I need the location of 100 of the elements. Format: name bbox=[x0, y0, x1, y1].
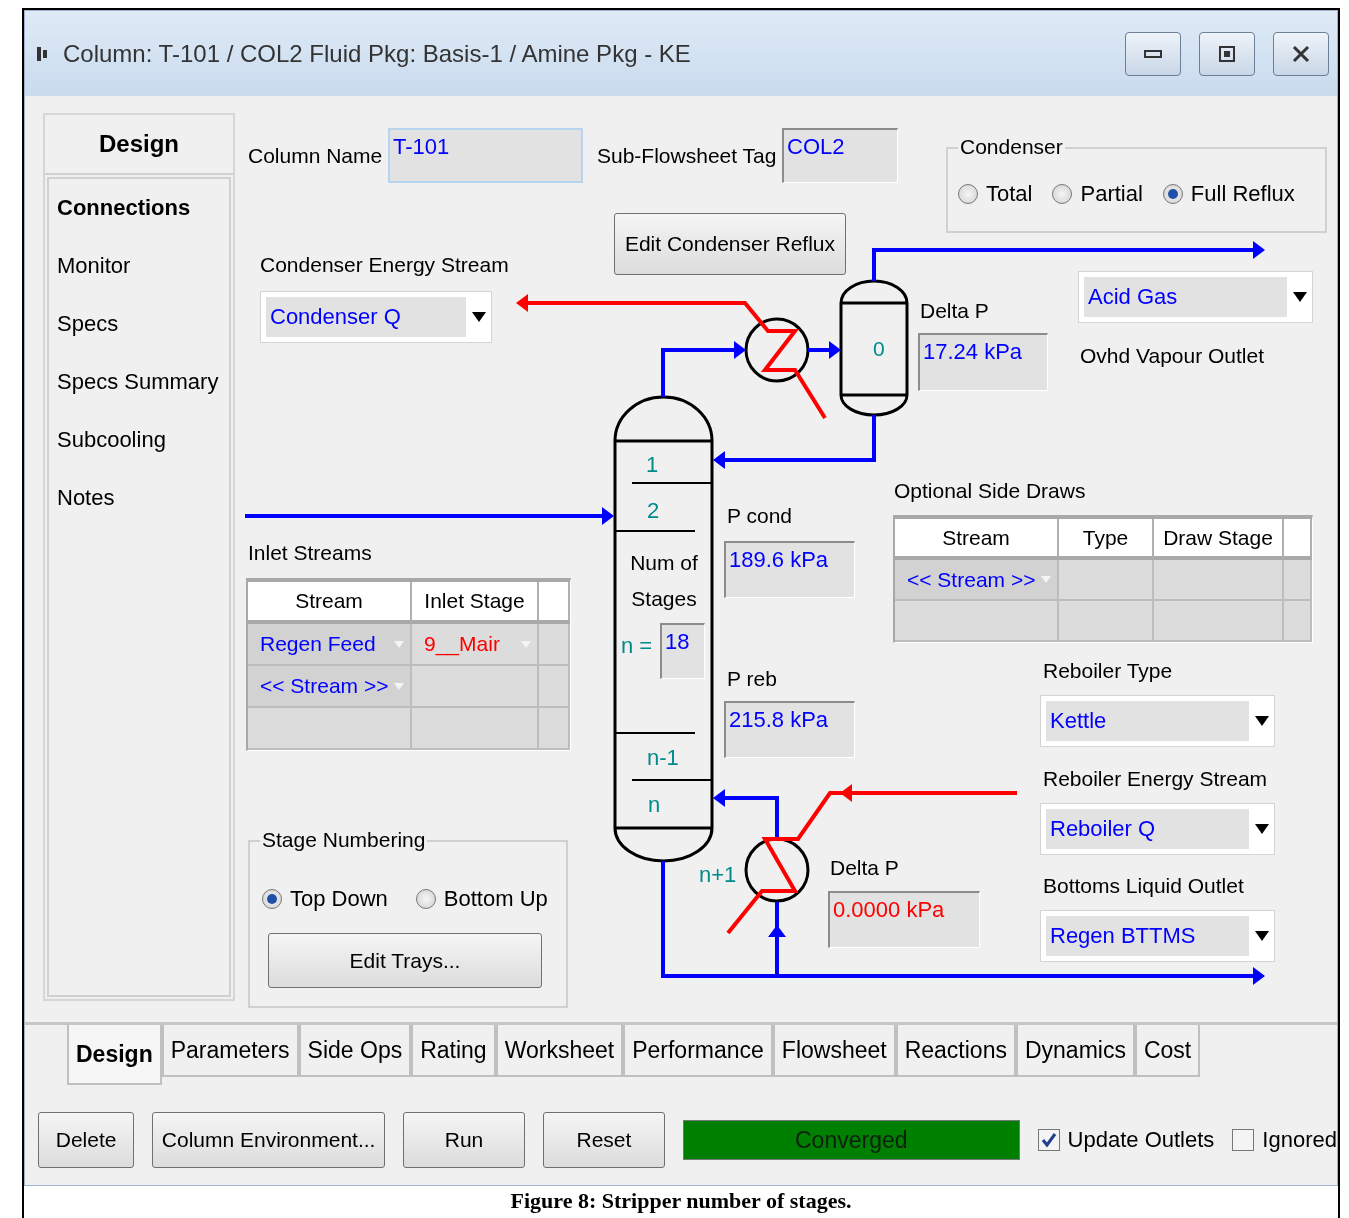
table-cell[interactable] bbox=[1284, 601, 1312, 642]
table-cell[interactable]: Regen Feed bbox=[248, 624, 412, 666]
run-button[interactable]: Run bbox=[403, 1112, 525, 1168]
delete-button[interactable]: Delete bbox=[38, 1112, 135, 1168]
field-label: P cond bbox=[727, 504, 792, 528]
stages-field[interactable]: 18 bbox=[660, 623, 705, 679]
radio-label: Bottom Up bbox=[443, 886, 548, 912]
table-cell[interactable]: << Stream >> bbox=[248, 666, 412, 708]
condenser-drawing bbox=[744, 317, 810, 383]
table-cell[interactable]: << Stream >> bbox=[895, 560, 1059, 601]
reboiler-drawing bbox=[744, 837, 810, 903]
radio-label: Partial bbox=[1080, 181, 1143, 207]
drum-label: 0 bbox=[873, 337, 885, 361]
section-title: Inlet Streams bbox=[248, 541, 372, 565]
field-label: Sub-Flowsheet Tag bbox=[597, 144, 777, 168]
stream-arrow bbox=[808, 341, 841, 359]
table-cell[interactable] bbox=[895, 601, 1059, 642]
dropdown-arrow-icon bbox=[394, 682, 404, 690]
tab[interactable]: Rating bbox=[411, 1025, 496, 1077]
tab[interactable]: Side Ops bbox=[298, 1025, 412, 1077]
stream-dropdown[interactable]: Regen BTTMS bbox=[1040, 910, 1275, 962]
table-cell[interactable] bbox=[248, 708, 412, 750]
minimize-button[interactable] bbox=[1125, 31, 1181, 76]
table-cell[interactable] bbox=[539, 666, 570, 708]
radio-label: Total bbox=[986, 181, 1033, 207]
maximize-button[interactable] bbox=[1199, 31, 1255, 76]
maximize-icon bbox=[1218, 44, 1236, 63]
table-cell[interactable] bbox=[1284, 560, 1312, 601]
dropdown-arrow-icon bbox=[521, 640, 531, 648]
stream-dropdown[interactable]: Kettle bbox=[1040, 695, 1275, 747]
table-cell[interactable] bbox=[539, 624, 570, 666]
stage-label: 1 bbox=[646, 453, 659, 477]
stage-label: n = bbox=[621, 634, 653, 658]
caret-icon bbox=[1255, 824, 1269, 834]
column-header: Stream bbox=[895, 519, 1059, 560]
column-header: Stream bbox=[248, 582, 412, 624]
radio-button[interactable] bbox=[1162, 184, 1183, 204]
field-label: Delta P bbox=[920, 299, 989, 323]
stage-label: n+1 bbox=[699, 863, 737, 887]
field-label: Ovhd Vapour Outlet bbox=[1080, 344, 1265, 368]
radio-button[interactable] bbox=[958, 184, 978, 204]
field-label: Bottoms Liquid Outlet bbox=[1043, 874, 1244, 898]
caret-icon bbox=[472, 312, 486, 322]
radio-button[interactable] bbox=[415, 889, 436, 909]
radio-button[interactable] bbox=[262, 889, 282, 909]
tab[interactable]: Worksheet bbox=[495, 1025, 624, 1077]
checkbox[interactable] bbox=[1037, 1129, 1060, 1151]
pressure-field[interactable]: 17.24 kPa bbox=[918, 333, 1048, 391]
sidebar-item[interactable]: Specs bbox=[57, 311, 221, 345]
section-title: Optional Side Draws bbox=[894, 479, 1086, 503]
pressure-field[interactable]: 215.8 kPa bbox=[724, 701, 855, 758]
sidebar-item[interactable]: Monitor bbox=[57, 253, 221, 287]
table-cell[interactable] bbox=[539, 708, 570, 750]
close-button[interactable] bbox=[1273, 31, 1329, 76]
figure-caption: Figure 8: Stripper number of stages. bbox=[509, 1187, 853, 1214]
stage-label: n-1 bbox=[647, 746, 679, 770]
column-name-field[interactable]: T-101 bbox=[388, 128, 583, 183]
stream-dropdown[interactable]: Acid Gas bbox=[1078, 271, 1313, 323]
checkbox[interactable] bbox=[1232, 1129, 1255, 1151]
field-label: Condenser Energy Stream bbox=[260, 253, 509, 277]
stage-label: 2 bbox=[647, 499, 660, 523]
subflowsheet-tag-field[interactable]: COL2 bbox=[782, 128, 898, 183]
table-cell[interactable] bbox=[1059, 560, 1154, 601]
column-environment-button[interactable]: Column Environment... bbox=[152, 1112, 386, 1168]
sidebar-item[interactable]: Notes bbox=[57, 485, 221, 519]
sidebar-item[interactable]: Connections bbox=[57, 195, 221, 229]
checkbox-label: Ignored bbox=[1262, 1127, 1337, 1153]
caret-icon bbox=[1255, 931, 1269, 941]
close-icon bbox=[1291, 43, 1311, 64]
table-cell[interactable] bbox=[412, 666, 539, 708]
tab[interactable]: Design bbox=[67, 1025, 162, 1085]
radio-button[interactable] bbox=[1052, 184, 1073, 204]
window-title: Column: T-101 / COL2 Fluid Pkg: Basis-1 / Amine Pkg - KE bbox=[63, 39, 692, 68]
stream-dropdown[interactable]: Condenser Q bbox=[260, 291, 492, 343]
edit-condenser-reflux-button[interactable]: Edit Condenser Reflux bbox=[614, 213, 846, 275]
tab[interactable]: Performance bbox=[623, 1025, 773, 1077]
caret-icon bbox=[1293, 292, 1307, 302]
field-label: Reboiler Type bbox=[1043, 659, 1173, 683]
field-label: Column Name bbox=[248, 144, 383, 168]
sidebar-item[interactable]: Subcooling bbox=[57, 427, 221, 461]
tab[interactable]: Flowsheet bbox=[772, 1025, 896, 1077]
sidebar-item[interactable]: Specs Summary bbox=[57, 369, 221, 403]
tab[interactable]: Cost bbox=[1134, 1025, 1201, 1077]
tab[interactable]: Reactions bbox=[895, 1025, 1016, 1077]
table-cell[interactable] bbox=[412, 708, 539, 750]
radio-label: Top Down bbox=[290, 886, 388, 912]
dropdown-arrow-icon bbox=[394, 640, 404, 648]
stream-arrow bbox=[713, 789, 779, 839]
reset-button[interactable]: Reset bbox=[542, 1112, 665, 1168]
table-cell[interactable] bbox=[1154, 560, 1284, 601]
edit-trays-button[interactable]: Edit Trays... bbox=[268, 933, 542, 988]
status-bar: Converged bbox=[682, 1120, 1020, 1160]
field-label: Reboiler Energy Stream bbox=[1043, 767, 1268, 791]
stream-dropdown[interactable]: Reboiler Q bbox=[1040, 803, 1275, 855]
pressure-field[interactable]: 189.6 kPa bbox=[724, 541, 855, 598]
tab[interactable]: Parameters bbox=[161, 1025, 299, 1077]
caret-icon bbox=[1255, 716, 1269, 726]
table-cell[interactable] bbox=[1154, 601, 1284, 642]
tab[interactable]: Dynamics bbox=[1015, 1025, 1135, 1077]
table-cell[interactable] bbox=[1059, 601, 1154, 642]
